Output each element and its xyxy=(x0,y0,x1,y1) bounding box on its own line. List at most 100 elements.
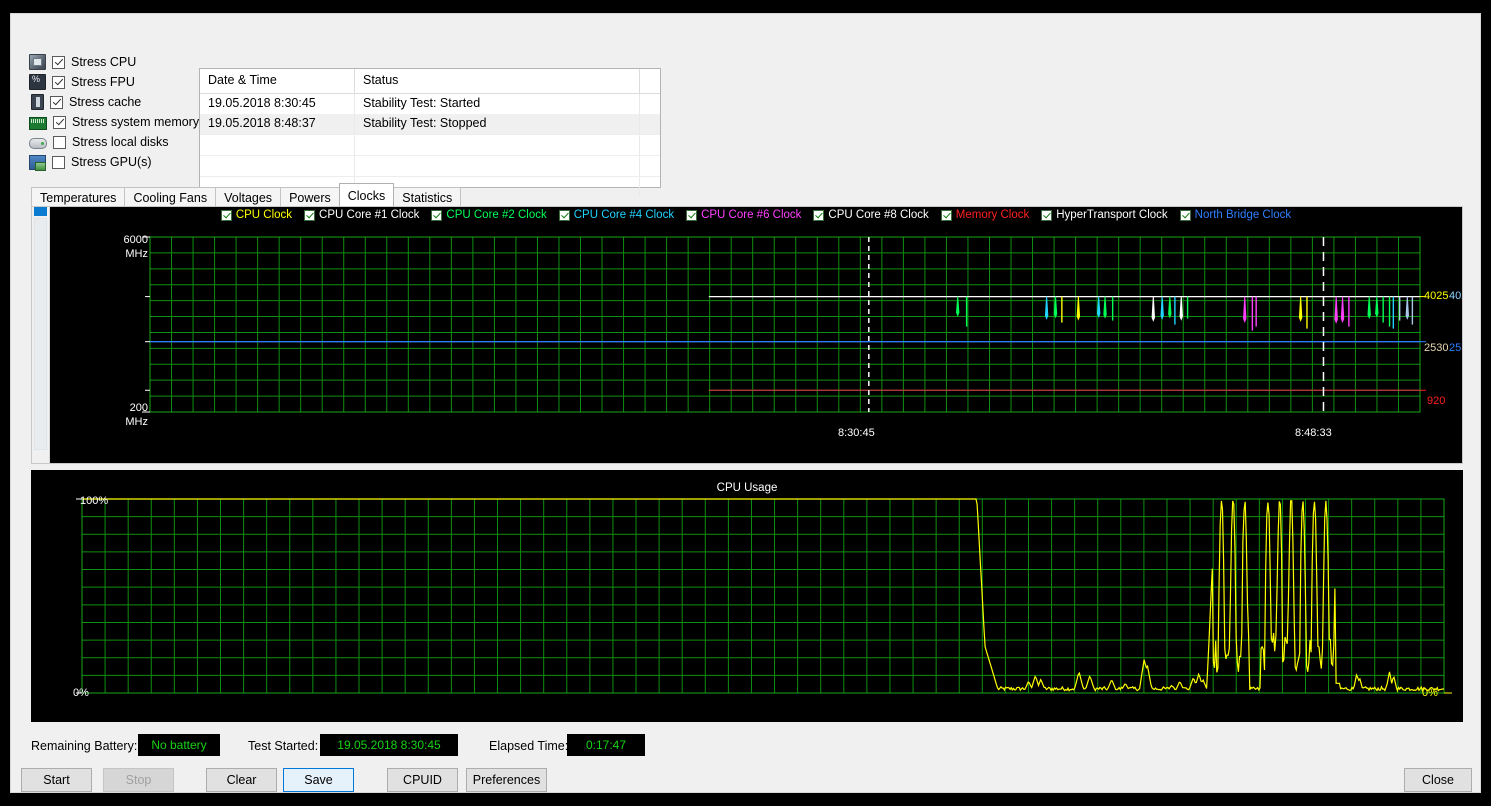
cell-extra xyxy=(640,114,660,134)
legend-checkbox[interactable] xyxy=(220,209,232,221)
clocks-scrollbar[interactable] xyxy=(32,207,50,463)
legend-label: CPU Core #1 Clock xyxy=(319,209,420,221)
cache-icon xyxy=(31,94,44,110)
clocks-y-min-unit: MHz xyxy=(125,416,148,428)
battery-value: No battery xyxy=(138,734,220,756)
fpu-icon xyxy=(29,74,46,90)
legend-label: CPU Clock xyxy=(235,209,293,221)
cell-status: Stability Test: Started xyxy=(355,94,640,114)
tab-powers[interactable]: Powers xyxy=(280,187,340,206)
scrollbar-track[interactable] xyxy=(34,218,47,450)
column-header-datetime[interactable]: Date & Time xyxy=(200,69,355,93)
disk-icon xyxy=(29,138,47,149)
clocks-plot xyxy=(142,236,1426,413)
close-button[interactable]: Close xyxy=(1404,768,1472,792)
table-header-row: Date & Time Status xyxy=(200,69,660,94)
clocks-x-tick-end: 8:48:33 xyxy=(1295,427,1332,439)
legend-label: CPU Core #8 Clock xyxy=(828,209,929,221)
stress-cpu-checkbox[interactable] xyxy=(52,55,65,69)
test-started-label: Test Started: xyxy=(248,739,319,753)
elapsed-time-value: 0:17:47 xyxy=(567,734,645,756)
stress-disks-label: Stress local disks xyxy=(72,135,169,149)
clocks-value-label-northbridge: 2530 xyxy=(1449,342,1462,354)
legend-checkbox[interactable] xyxy=(304,209,316,221)
table-row-empty[interactable] xyxy=(200,134,660,155)
legend-checkbox[interactable] xyxy=(686,209,698,221)
table-row-empty[interactable] xyxy=(200,155,660,176)
legend-item-5[interactable]: CPU Core #8 Clock xyxy=(813,209,929,221)
stop-button[interactable]: Stop xyxy=(103,768,174,792)
event-log-table[interactable]: Date & Time Status 19.05.2018 8:30:45 St… xyxy=(199,68,661,197)
legend-checkbox[interactable] xyxy=(558,209,570,221)
tab-cooling-fans[interactable]: Cooling Fans xyxy=(124,187,217,206)
clocks-value-label-hypertransport: 4025 xyxy=(1449,290,1462,302)
clocks-y-max-value: 6000 xyxy=(123,234,148,246)
column-header-status[interactable]: Status xyxy=(355,69,640,93)
clocks-legend: CPU Clock CPU Core #1 Clock CPU Core #2 Cl… xyxy=(50,209,1462,221)
legend-item-2[interactable]: CPU Core #2 Clock xyxy=(431,209,547,221)
clear-button[interactable]: Clear xyxy=(206,768,277,792)
stress-memory-checkbox[interactable] xyxy=(53,115,66,129)
legend-item-3[interactable]: CPU Core #4 Clock xyxy=(558,209,675,221)
tab-voltages[interactable]: Voltages xyxy=(215,187,282,206)
clocks-chart[interactable]: CPU Clock CPU Core #1 Clock CPU Core #2 Cl… xyxy=(50,207,1462,463)
status-bar: Remaining Battery: No battery Test Start… xyxy=(11,724,1480,770)
cpu-icon xyxy=(29,54,46,70)
usage-y-min-label: 0% xyxy=(73,687,89,699)
stability-test-window: Stress CPU Stress FPU Stress cache Stres… xyxy=(10,13,1481,793)
tab-statistics[interactable]: Statistics xyxy=(393,187,462,206)
cpu-usage-plot xyxy=(76,498,1452,694)
legend-checkbox[interactable] xyxy=(940,209,952,221)
column-header-extra[interactable] xyxy=(640,69,660,93)
cpuid-button[interactable]: CPUID xyxy=(387,768,458,792)
legend-checkbox[interactable] xyxy=(1041,209,1053,221)
legend-checkbox[interactable] xyxy=(813,209,825,221)
stress-cache-checkbox[interactable] xyxy=(50,95,63,109)
clocks-y-min-value: 200 xyxy=(129,402,148,414)
tab-temperatures[interactable]: Temperatures xyxy=(31,187,126,206)
legend-item-1[interactable]: CPU Core #1 Clock xyxy=(304,209,419,221)
legend-item-6[interactable]: Memory Clock xyxy=(940,209,1030,221)
save-button[interactable]: Save xyxy=(283,768,354,792)
table-row[interactable]: 19.05.2018 8:30:45 Stability Test: Start… xyxy=(200,94,660,114)
stress-cpu-label: Stress CPU xyxy=(71,55,137,69)
stress-option-cpu[interactable]: Stress CPU xyxy=(29,52,219,72)
legend-label: CPU Core #2 Clock xyxy=(446,209,547,221)
battery-label: Remaining Battery: xyxy=(31,739,138,753)
memory-icon xyxy=(29,116,47,130)
legend-label: Memory Clock xyxy=(955,209,1030,221)
stress-option-memory[interactable]: Stress system memory xyxy=(29,112,219,132)
stress-fpu-checkbox[interactable] xyxy=(52,75,65,89)
legend-label: CPU Core #6 Clock xyxy=(701,209,802,221)
legend-item-4[interactable]: CPU Core #6 Clock xyxy=(686,209,801,221)
cell-datetime: 19.05.2018 8:48:37 xyxy=(200,114,355,134)
legend-item-0[interactable]: CPU Clock xyxy=(220,209,293,221)
preferences-button[interactable]: Preferences xyxy=(466,768,547,792)
legend-item-7[interactable]: HyperTransport Clock xyxy=(1041,209,1168,221)
legend-label: North Bridge Clock xyxy=(1194,209,1292,221)
clocks-x-tick-start: 8:30:45 xyxy=(838,427,875,439)
stress-cache-label: Stress cache xyxy=(69,95,142,109)
cpu-usage-chart[interactable]: CPU Usage 100% 0% 0% xyxy=(31,470,1463,722)
usage-y-max-label: 100% xyxy=(80,495,109,507)
scrollbar-thumb[interactable] xyxy=(34,207,47,216)
stress-option-disks[interactable]: Stress local disks xyxy=(29,132,219,152)
stress-option-cache[interactable]: Stress cache xyxy=(29,92,219,112)
legend-checkbox[interactable] xyxy=(431,209,443,221)
stress-gpu-label: Stress GPU(s) xyxy=(71,155,152,169)
tab-bar: Temperatures Cooling Fans Voltages Power… xyxy=(31,183,462,206)
stress-memory-label: Stress system memory xyxy=(72,115,200,129)
cell-extra xyxy=(640,94,660,114)
start-button[interactable]: Start xyxy=(21,768,92,792)
stress-gpu-checkbox[interactable] xyxy=(52,155,65,169)
stress-option-fpu[interactable]: Stress FPU xyxy=(29,72,219,92)
stress-disks-checkbox[interactable] xyxy=(53,135,66,149)
table-row[interactable]: 19.05.2018 8:48:37 Stability Test: Stopp… xyxy=(200,114,660,134)
stress-fpu-label: Stress FPU xyxy=(71,75,135,89)
cell-datetime: 19.05.2018 8:30:45 xyxy=(200,94,355,114)
tab-clocks[interactable]: Clocks xyxy=(338,183,395,206)
legend-checkbox[interactable] xyxy=(1179,209,1191,221)
legend-item-8[interactable]: North Bridge Clock xyxy=(1179,209,1292,221)
legend-label: CPU Core #4 Clock xyxy=(573,209,675,221)
stress-option-gpu[interactable]: Stress GPU(s) xyxy=(29,152,219,172)
